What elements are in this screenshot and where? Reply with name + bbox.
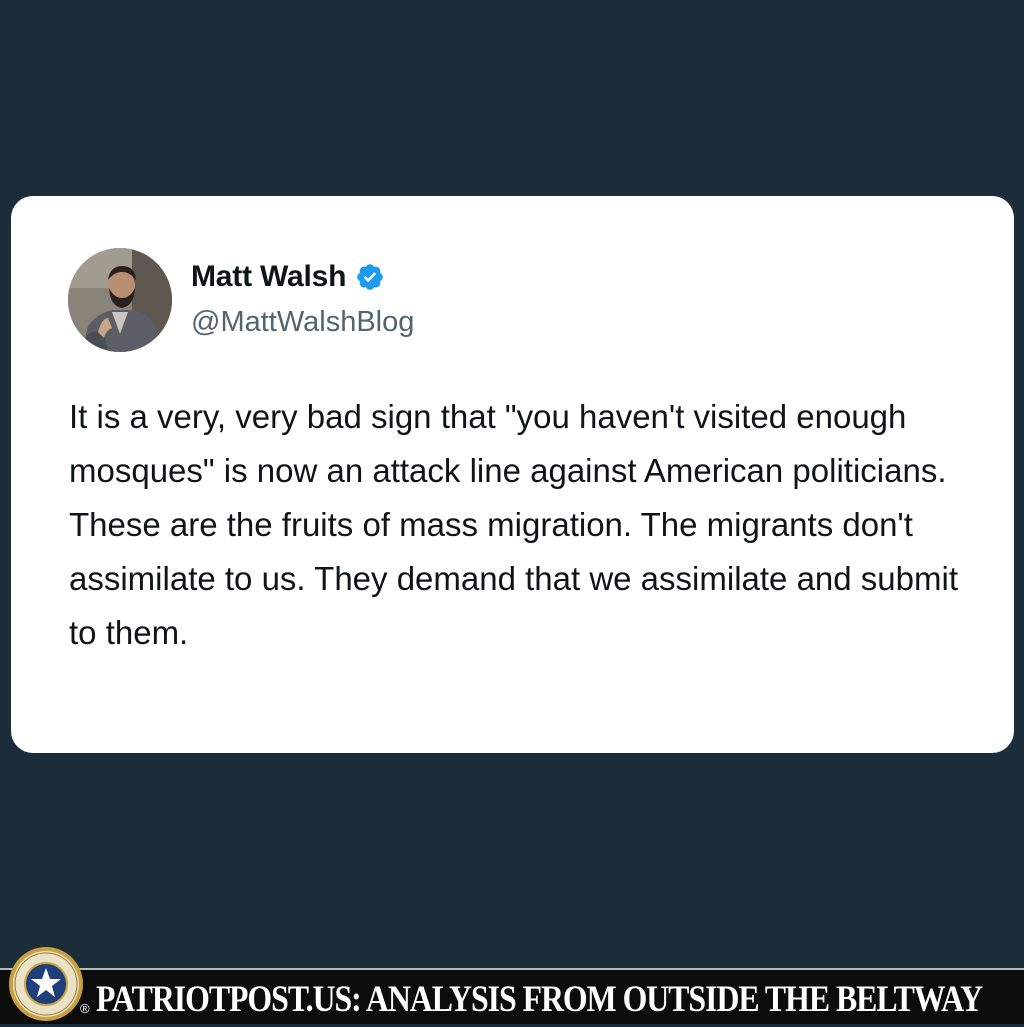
author-row: Matt Walsh [191, 260, 385, 294]
registered-mark: ® [80, 1001, 90, 1016]
display-name[interactable]: Matt Walsh [191, 260, 346, 294]
avatar[interactable] [68, 248, 172, 352]
star-seal-icon [8, 946, 84, 1022]
verified-badge-icon [355, 262, 385, 292]
footer-text: PATRIOTPOST.US: ANALYSIS FROM OUTSIDE TH… [96, 979, 983, 1020]
handle[interactable]: @MattWalshBlog [191, 306, 414, 339]
profile-photo-icon [68, 248, 172, 352]
tweet-text: It is a very, very bad sign that "you ha… [69, 398, 958, 651]
tweet-card[interactable]: Matt Walsh @MattWalshBlog It is a very, … [11, 196, 1014, 753]
